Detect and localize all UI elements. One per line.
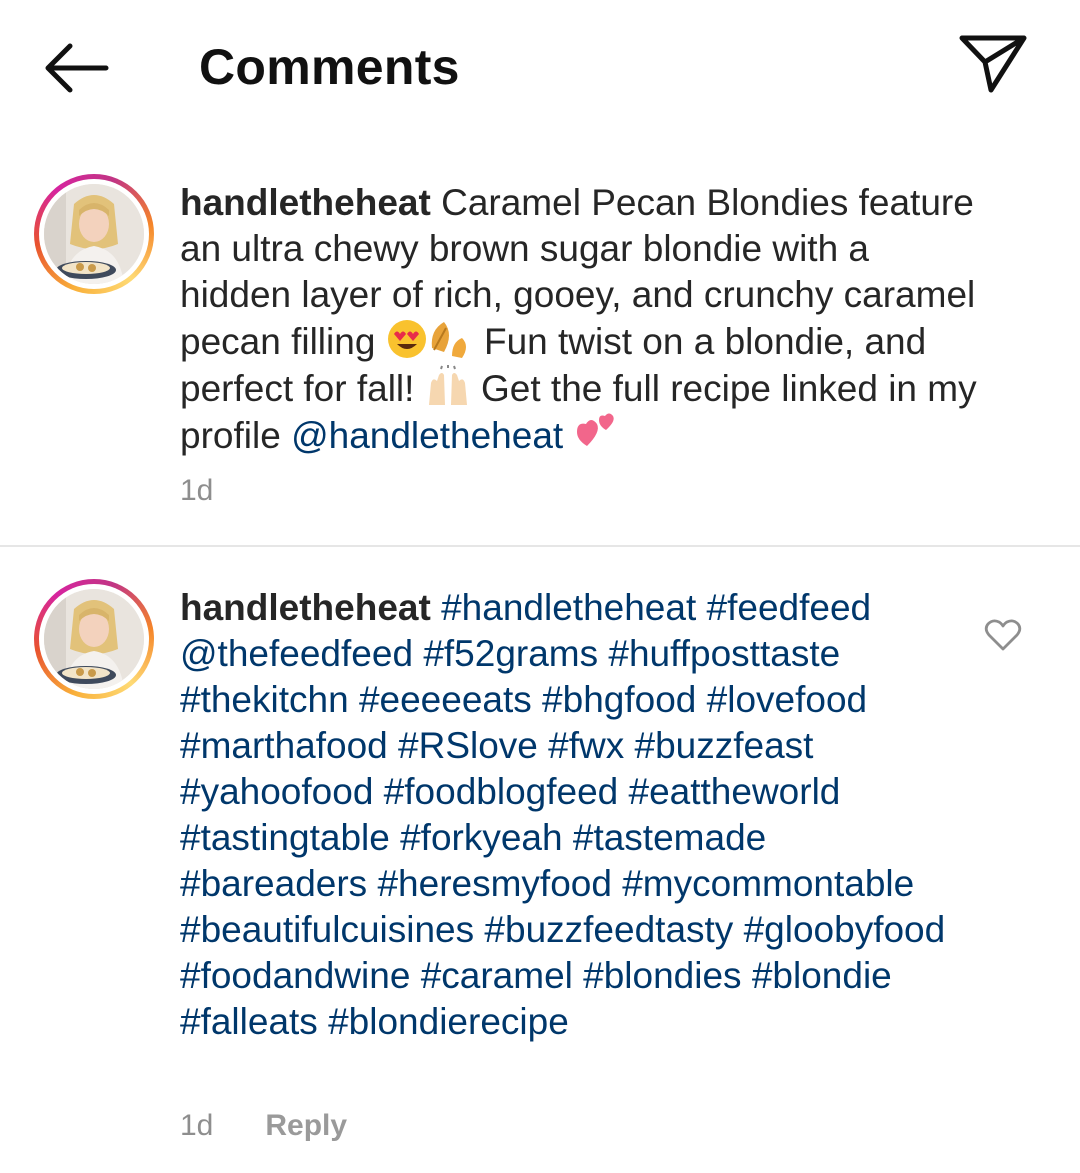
- reply-button[interactable]: Reply: [265, 1109, 347, 1142]
- heart-outline-icon: [984, 619, 1022, 651]
- avatar[interactable]: [34, 579, 154, 699]
- comment-username[interactable]: handletheheat: [180, 587, 431, 628]
- comment-hashtags-1[interactable]: #handletheheat #feedfeed: [441, 587, 871, 628]
- heart-eyes-emoji: [387, 320, 426, 358]
- caption-mention[interactable]: @handletheheat: [291, 415, 563, 456]
- comment-hashtags-2[interactable]: #f52grams #huffposttaste #thekitchn #eee…: [180, 633, 945, 1042]
- raising-hands-emoji: [428, 365, 467, 405]
- like-button[interactable]: [984, 618, 1022, 652]
- comment-timestamp: 1d: [180, 1109, 214, 1142]
- caption-username[interactable]: handletheheat: [180, 182, 431, 223]
- fallen-leaf-emoji: [431, 322, 466, 358]
- comment-item: handletheheat #handletheheat #feedfeed @…: [0, 547, 1080, 1173]
- comment-meta: 1d Reply: [180, 1109, 347, 1143]
- caption-text: handletheheat Caramel Pecan Blondies fea…: [180, 180, 980, 459]
- avatar-photo: [44, 589, 144, 689]
- comment-mention[interactable]: @thefeedfeed: [180, 633, 413, 674]
- caption-timestamp: 1d: [180, 474, 214, 507]
- two-hearts-emoji: [577, 413, 615, 446]
- avatar-photo: [44, 184, 144, 284]
- caption-comment: handletheheat Caramel Pecan Blondies fea…: [0, 0, 1080, 545]
- caption-meta: 1d: [180, 474, 265, 508]
- avatar[interactable]: [34, 174, 154, 294]
- comment-text: handletheheat #handletheheat #feedfeed @…: [180, 585, 950, 1045]
